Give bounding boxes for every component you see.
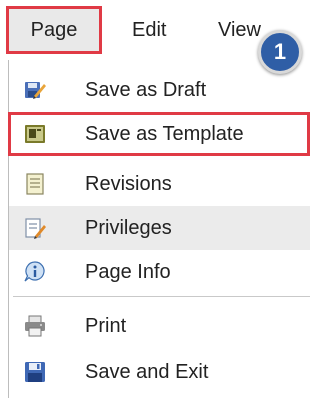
step-number-badge: 1 <box>258 30 302 74</box>
step-number: 1 <box>273 39 287 64</box>
menu-item-print[interactable]: Print <box>9 304 310 348</box>
menu-item-label: Save as Template <box>85 122 244 145</box>
menu-tab-page[interactable]: Page <box>6 6 102 54</box>
menu-item-label: Save and Exit <box>85 360 209 383</box>
menu-item-save-as-template[interactable]: Save as Template <box>8 112 310 156</box>
menu-item-revisions[interactable]: Revisions <box>9 162 310 206</box>
menu-tab-edit-label: Edit <box>132 19 167 41</box>
menu-item-label: Page Info <box>85 260 171 283</box>
menu-item-label: Privileges <box>85 216 172 239</box>
menu-separator <box>13 296 310 297</box>
printer-icon <box>25 315 45 337</box>
menu-item-label: Save as Draft <box>85 78 207 101</box>
page-info-icon <box>24 261 45 282</box>
menu-item-label: Revisions <box>85 172 172 195</box>
menu-tab-page-label: Page <box>30 19 78 41</box>
menu-item-save-as-draft[interactable]: Save as Draft <box>9 68 310 112</box>
save-template-icon <box>25 125 45 143</box>
privileges-icon <box>25 218 46 239</box>
menu-tab-view-label: View <box>218 19 261 41</box>
save-draft-icon <box>25 82 46 99</box>
page-dropdown-menu: Save as Draft Save as Template Revisions <box>8 60 310 398</box>
revisions-icon <box>26 173 44 195</box>
menu-item-privileges[interactable]: Privileges <box>9 206 310 250</box>
menu-item-save-and-exit[interactable]: Save and Exit <box>9 350 310 394</box>
menu-item-page-info[interactable]: Page Info <box>9 250 310 294</box>
save-exit-icon <box>25 362 45 382</box>
menu-tab-edit[interactable]: Edit <box>132 18 166 42</box>
menu-item-label: Print <box>85 314 127 337</box>
